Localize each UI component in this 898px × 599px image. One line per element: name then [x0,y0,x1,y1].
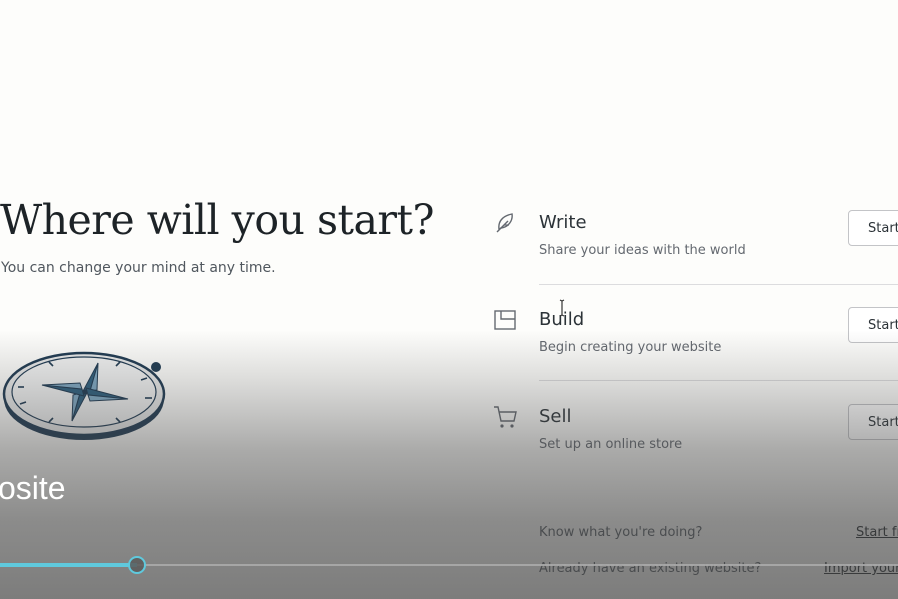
divider [539,284,898,285]
divider [539,380,898,381]
start-sell-button[interactable]: Start [848,404,898,440]
option-description: Begin creating your website [539,340,722,355]
page-title: Where will you start? [0,196,434,244]
onboarding-screen: Where will you start? You can change you… [0,0,898,599]
option-title: Sell [539,406,572,427]
option-description: Set up an online store [539,437,683,452]
option-write: Write Share your ideas with the world St… [490,210,898,306]
start-write-button[interactable]: Start [848,210,898,246]
compass-icon [2,351,166,440]
cart-icon [494,406,517,428]
start-from-scratch-link[interactable]: Start from scratch [856,525,898,540]
option-description: Share your ideas with the world [539,243,746,258]
text-cursor-icon [559,299,565,317]
page-subtitle: You can change your mind at any time. [1,260,276,276]
video-caption: osite [0,470,66,506]
video-progress-handle[interactable] [128,556,146,574]
option-build: Build Begin creating your website Start [490,307,898,403]
video-progress-fill [0,563,137,567]
know-question: Know what you're doing? [539,525,703,540]
option-title: Write [539,212,587,233]
option-sell: Sell Set up an online store Start [490,404,898,500]
feather-icon [496,213,513,233]
layout-icon [494,310,516,330]
start-build-button[interactable]: Start [848,307,898,343]
